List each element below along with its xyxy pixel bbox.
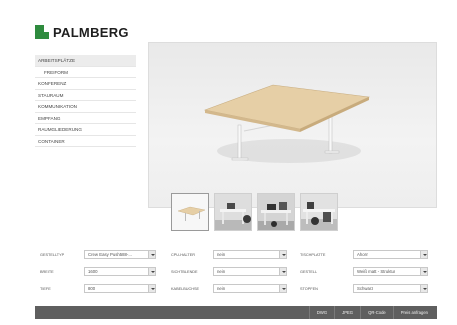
category-sidebar: ARBEITSPLÄTZE FREIFORM KONFERENZ STAURAU… bbox=[35, 55, 136, 147]
label-sichtblende: SICHTBLENDE bbox=[171, 270, 198, 274]
chevron-down-icon[interactable] bbox=[148, 285, 155, 292]
select-kabelbuchse[interactable]: nein bbox=[213, 284, 287, 293]
label-cpu-halter: CPU-HALTER bbox=[171, 253, 195, 257]
chevron-down-icon[interactable] bbox=[279, 285, 286, 292]
label-breite: BREITE bbox=[40, 270, 54, 274]
footer-bar: DWG JPEG QR-Code Preis anfragen bbox=[35, 306, 437, 319]
thumbnail-photo-office-1[interactable] bbox=[214, 193, 252, 231]
select-value: nein bbox=[217, 286, 226, 291]
logo-mark-icon bbox=[35, 25, 49, 39]
thumbnail-table-render[interactable] bbox=[171, 193, 209, 231]
app-frame: PALMBERG ARBEITSPLÄTZE FREIFORM KONFEREN… bbox=[0, 0, 457, 325]
select-value: 800 bbox=[88, 286, 96, 291]
office-photo-icon bbox=[215, 194, 251, 230]
request-price-button[interactable]: Preis anfragen bbox=[392, 306, 435, 319]
label-gestell: GESTELL bbox=[300, 270, 318, 274]
download-jpeg-button[interactable]: JPEG bbox=[334, 306, 360, 319]
product-3d-viewer[interactable] bbox=[148, 42, 437, 208]
select-cpu-halter[interactable]: nein bbox=[213, 250, 287, 259]
select-breite[interactable]: 1600 bbox=[84, 267, 156, 276]
office-photo-icon bbox=[258, 194, 294, 230]
select-value: nein bbox=[217, 252, 226, 257]
sidebar-item-empfang[interactable]: EMPFANG bbox=[35, 113, 136, 124]
select-gestelltyp[interactable]: Crew Easy Push588-... bbox=[84, 250, 156, 259]
table-thumb-icon bbox=[177, 206, 206, 221]
label-gestelltyp: GESTELLTYP bbox=[40, 253, 65, 257]
select-value: Weiß matt - Struktur bbox=[357, 269, 396, 274]
thumbnail-photo-office-3[interactable] bbox=[300, 193, 338, 231]
select-value: 1600 bbox=[88, 269, 98, 274]
chevron-down-icon[interactable] bbox=[148, 251, 155, 258]
select-tiefe[interactable]: 800 bbox=[84, 284, 156, 293]
label-stopfen: STOPFEN bbox=[300, 287, 318, 291]
brand-name: PALMBERG bbox=[53, 24, 129, 40]
qr-code-button[interactable]: QR-Code bbox=[360, 306, 393, 319]
sidebar-item-raumgliederung[interactable]: RAUMGLIEDERUNG bbox=[35, 124, 136, 136]
label-tiefe: TIEFE bbox=[40, 287, 51, 291]
brand-logo[interactable]: PALMBERG bbox=[35, 24, 129, 40]
chevron-down-icon[interactable] bbox=[279, 268, 286, 275]
sidebar-item-container[interactable]: CONTAINER bbox=[35, 136, 136, 147]
office-photo-icon bbox=[301, 194, 337, 230]
chevron-down-icon[interactable] bbox=[279, 251, 286, 258]
sidebar-item-kommunikation[interactable]: KOMMUNIKATION bbox=[35, 101, 136, 113]
select-tischplatte[interactable]: Ahorn bbox=[353, 250, 428, 259]
chevron-down-icon[interactable] bbox=[148, 268, 155, 275]
sidebar-item-stauraum[interactable]: STAURAUM bbox=[35, 90, 136, 101]
sidebar-subitem-freiform[interactable]: FREIFORM bbox=[35, 66, 136, 78]
select-stopfen[interactable]: Schwarz bbox=[353, 284, 428, 293]
sidebar-item-konferenz[interactable]: KONFERENZ bbox=[35, 78, 136, 90]
chevron-down-icon[interactable] bbox=[420, 285, 427, 292]
download-dwg-button[interactable]: DWG bbox=[308, 306, 334, 319]
thumbnail-photo-office-2[interactable] bbox=[257, 193, 295, 231]
select-gestell[interactable]: Weiß matt - Struktur bbox=[353, 267, 428, 276]
sidebar-item-arbeitsplaetze[interactable]: ARBEITSPLÄTZE bbox=[35, 55, 136, 67]
select-value: Schwarz bbox=[357, 286, 374, 291]
label-tischplatte: TISCHPLATTE bbox=[300, 253, 326, 257]
select-value: Ahorn bbox=[357, 252, 369, 257]
select-sichtblende[interactable]: nein bbox=[213, 267, 287, 276]
desk-render-illustration bbox=[203, 84, 371, 163]
footer-actions: DWG JPEG QR-Code Preis anfragen bbox=[308, 306, 435, 319]
chevron-down-icon[interactable] bbox=[420, 268, 427, 275]
label-kabelbuchse: KABELBUCHSE bbox=[171, 287, 200, 291]
chevron-down-icon[interactable] bbox=[420, 251, 427, 258]
select-value: nein bbox=[217, 269, 226, 274]
select-value: Crew Easy Push588-... bbox=[88, 252, 132, 257]
thumbnail-strip bbox=[171, 193, 338, 231]
